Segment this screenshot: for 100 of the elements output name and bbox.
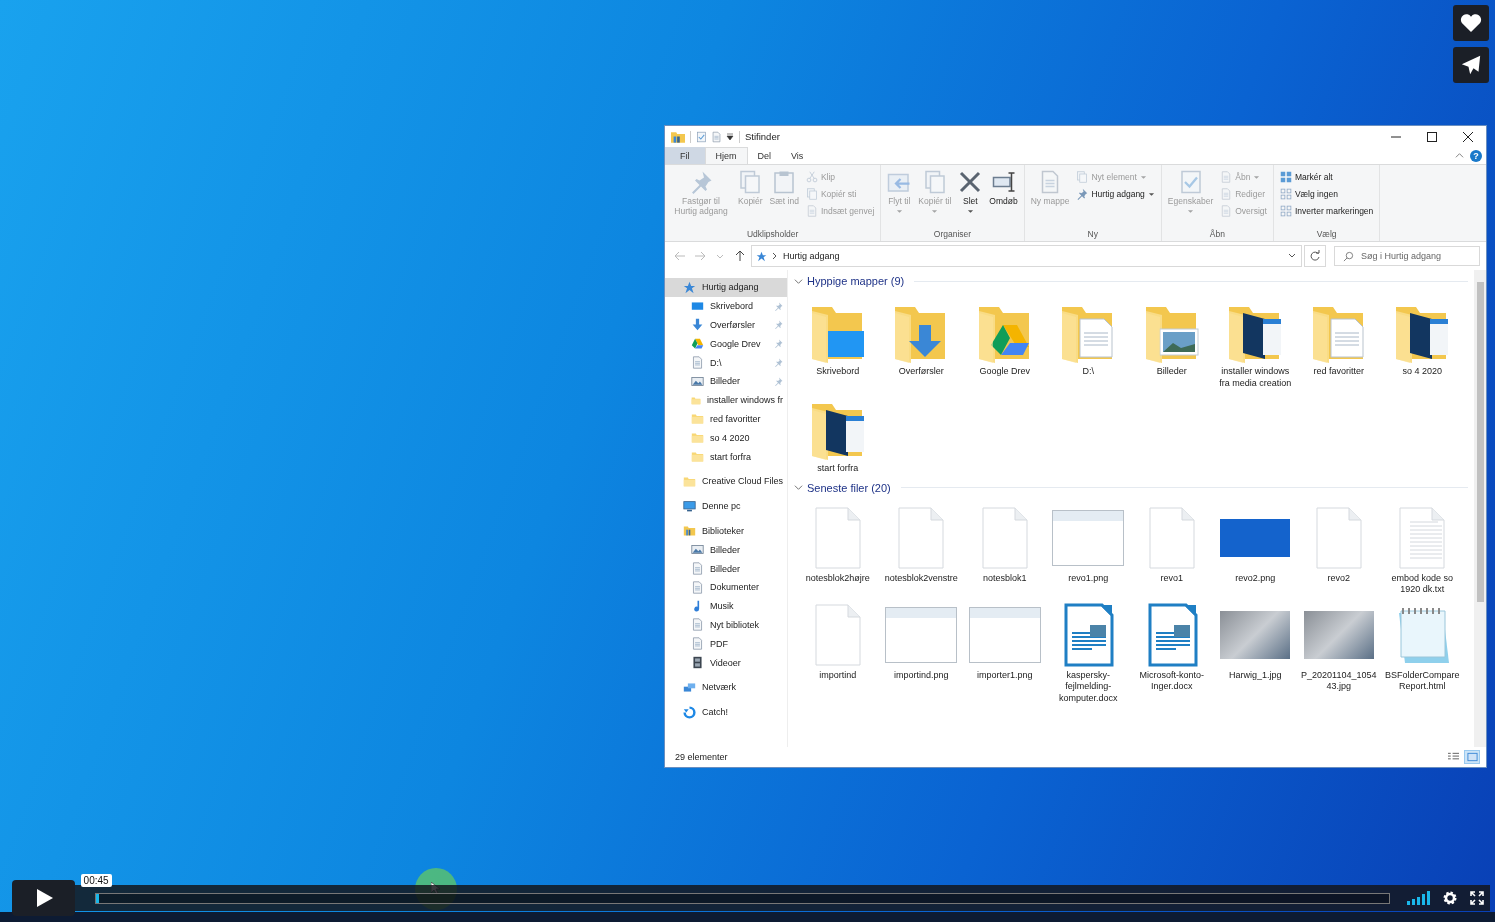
document-icon bbox=[1220, 187, 1233, 200]
file-name[interactable]: Billeder bbox=[1131, 366, 1212, 378]
navigation-item[interactable]: Billeder bbox=[665, 540, 787, 560]
checkmark-document-icon bbox=[1178, 170, 1203, 194]
help-button[interactable]: ? bbox=[1470, 149, 1482, 162]
navigation-item[interactable]: Billeder bbox=[665, 372, 787, 391]
text-field-icon bbox=[991, 170, 1016, 194]
navigation-item[interactable]: Biblioteker bbox=[665, 521, 787, 541]
ribbon-command-button[interactable]: Inverter markeringen bbox=[1277, 202, 1376, 219]
navigation-item[interactable]: Catch! bbox=[665, 702, 787, 722]
navigation-item[interactable]: red favoritter bbox=[665, 409, 787, 429]
network-icon bbox=[683, 680, 696, 694]
list-icon bbox=[1447, 752, 1459, 762]
navigation-item[interactable]: Google Drev bbox=[665, 334, 787, 354]
document-icon bbox=[1220, 170, 1233, 183]
grid-icon bbox=[1279, 170, 1292, 183]
ribbon-command-button[interactable]: Markér alt bbox=[1277, 168, 1376, 185]
forward-arrow-icon bbox=[693, 249, 707, 263]
document-icon bbox=[691, 618, 704, 632]
file-name[interactable]: revo2 bbox=[1298, 572, 1379, 584]
file-name[interactable]: revo1.png bbox=[1048, 572, 1129, 584]
minimize-icon bbox=[1391, 135, 1401, 138]
star-icon bbox=[756, 250, 767, 262]
breadcrumb-item[interactable]: Hurtig adgang bbox=[783, 251, 840, 261]
navigation-item[interactable]: start forfra bbox=[665, 447, 787, 466]
file-name[interactable]: so 4 2020 bbox=[1382, 366, 1463, 378]
file-name[interactable]: Microsoft-konto-Inger.docx bbox=[1131, 669, 1212, 693]
ribbon-command-button[interactable]: Vælg ingen bbox=[1277, 185, 1376, 202]
back-arrow-icon bbox=[673, 249, 687, 263]
pin-icon bbox=[689, 170, 713, 194]
play-button[interactable] bbox=[12, 880, 75, 916]
chevron-right-icon bbox=[772, 252, 778, 260]
file-name[interactable]: embod kode so 1920 dk.txt bbox=[1382, 572, 1463, 596]
star-icon bbox=[683, 280, 696, 294]
share-button[interactable] bbox=[1453, 47, 1489, 83]
scissors-icon bbox=[805, 170, 818, 183]
file-name[interactable]: P_20201104_105443.jpg bbox=[1298, 669, 1379, 693]
navigation-item[interactable]: Dokumenter bbox=[665, 577, 787, 597]
navigation-item[interactable]: Netværk bbox=[665, 677, 787, 697]
file-name[interactable]: kaspersky-fejlmelding-komputer.docx bbox=[1048, 669, 1129, 704]
file-name[interactable]: Harwig_1.jpg bbox=[1215, 669, 1296, 681]
navigation-item[interactable]: Nyt bibliotek bbox=[665, 615, 787, 635]
file-name[interactable]: notesblok2højre bbox=[797, 572, 878, 584]
file-name[interactable]: Skrivebord bbox=[797, 366, 878, 378]
navigation-item[interactable]: Musik bbox=[665, 596, 787, 616]
file-name[interactable]: Overførsler bbox=[881, 366, 962, 378]
document-icon bbox=[691, 356, 704, 370]
file-name[interactable]: notesblok1 bbox=[964, 572, 1045, 584]
file-name[interactable]: importind bbox=[797, 669, 878, 681]
like-button[interactable] bbox=[1453, 5, 1489, 41]
navigation-item[interactable]: Overførsler bbox=[665, 315, 787, 335]
refresh-button[interactable] bbox=[1304, 245, 1326, 267]
file-name[interactable]: D:\ bbox=[1048, 366, 1129, 378]
folder-icon bbox=[683, 474, 696, 488]
ribbon-command-button[interactable]: Slet bbox=[956, 168, 985, 216]
navigation-item[interactable]: Creative Cloud Files bbox=[665, 471, 787, 491]
ribbon-group-label: Ny bbox=[1086, 229, 1099, 241]
ribbon-group-label: Vælg bbox=[1315, 229, 1338, 241]
navigation-item[interactable]: Denne pc bbox=[665, 496, 787, 516]
search-field[interactable]: Søg i Hurtig adgang bbox=[1334, 246, 1480, 266]
document-icon bbox=[711, 130, 722, 143]
large-icons-icon bbox=[1466, 752, 1478, 762]
file-name[interactable]: notesblok2venstre bbox=[881, 572, 962, 584]
vertical-scrollbar[interactable] bbox=[1474, 270, 1486, 747]
scrollbar-thumb[interactable] bbox=[1476, 282, 1484, 602]
file-name[interactable]: installer windows fra media creation bbox=[1215, 366, 1296, 389]
navigation-item[interactable]: Hurtig adgang bbox=[665, 278, 787, 297]
ribbon-tab[interactable]: Hjem bbox=[704, 147, 748, 164]
section-header[interactable]: Seneste filer (20) bbox=[807, 481, 891, 494]
navigation-item[interactable]: installer windows fr bbox=[665, 390, 787, 410]
file-menu-tab[interactable]: Fil bbox=[665, 147, 705, 164]
navigation-item[interactable]: Videoer bbox=[665, 653, 787, 672]
ribbon-tab[interactable]: Del bbox=[747, 147, 782, 164]
navigation-item[interactable]: Billeder bbox=[665, 559, 787, 578]
file-name[interactable]: red favoritter bbox=[1298, 366, 1379, 378]
ribbon-group-label: Organiser bbox=[932, 229, 973, 241]
file-name[interactable]: start forfra bbox=[797, 463, 878, 475]
file-name[interactable]: Google Drev bbox=[964, 366, 1045, 378]
file-name[interactable]: revo1 bbox=[1131, 572, 1212, 584]
triangle-icon bbox=[691, 337, 704, 351]
ribbon-command-button[interactable]: Omdøb bbox=[987, 168, 1020, 208]
section-header[interactable]: Hyppige mapper (9) bbox=[807, 275, 905, 287]
fullscreen-button[interactable] bbox=[1464, 885, 1490, 911]
file-name[interactable]: importer1.png bbox=[964, 669, 1045, 681]
file-name[interactable]: revo2.png bbox=[1215, 572, 1296, 584]
file-name[interactable]: importind.png bbox=[881, 669, 962, 681]
navigation-item[interactable]: so 4 2020 bbox=[665, 428, 787, 448]
navigation-item[interactable]: Skrivebord bbox=[665, 296, 787, 316]
pages-icon bbox=[805, 187, 818, 200]
ribbon-tab[interactable]: Vis bbox=[781, 147, 814, 164]
picture-icon bbox=[691, 543, 704, 557]
address-bar[interactable]: Hurtig adgang bbox=[751, 245, 1302, 267]
heart-icon bbox=[1460, 13, 1482, 33]
navigation-item[interactable]: PDF bbox=[665, 634, 787, 654]
document-icon bbox=[691, 580, 704, 594]
ribbon-command-button[interactable]: Hurtig adgang bbox=[1074, 185, 1157, 202]
cross-icon bbox=[958, 170, 983, 194]
file-name[interactable]: BSFolderCompareReport.html bbox=[1382, 669, 1463, 693]
navigation-item[interactable]: D:\ bbox=[665, 353, 787, 372]
window-title: Stifinder bbox=[745, 131, 780, 142]
